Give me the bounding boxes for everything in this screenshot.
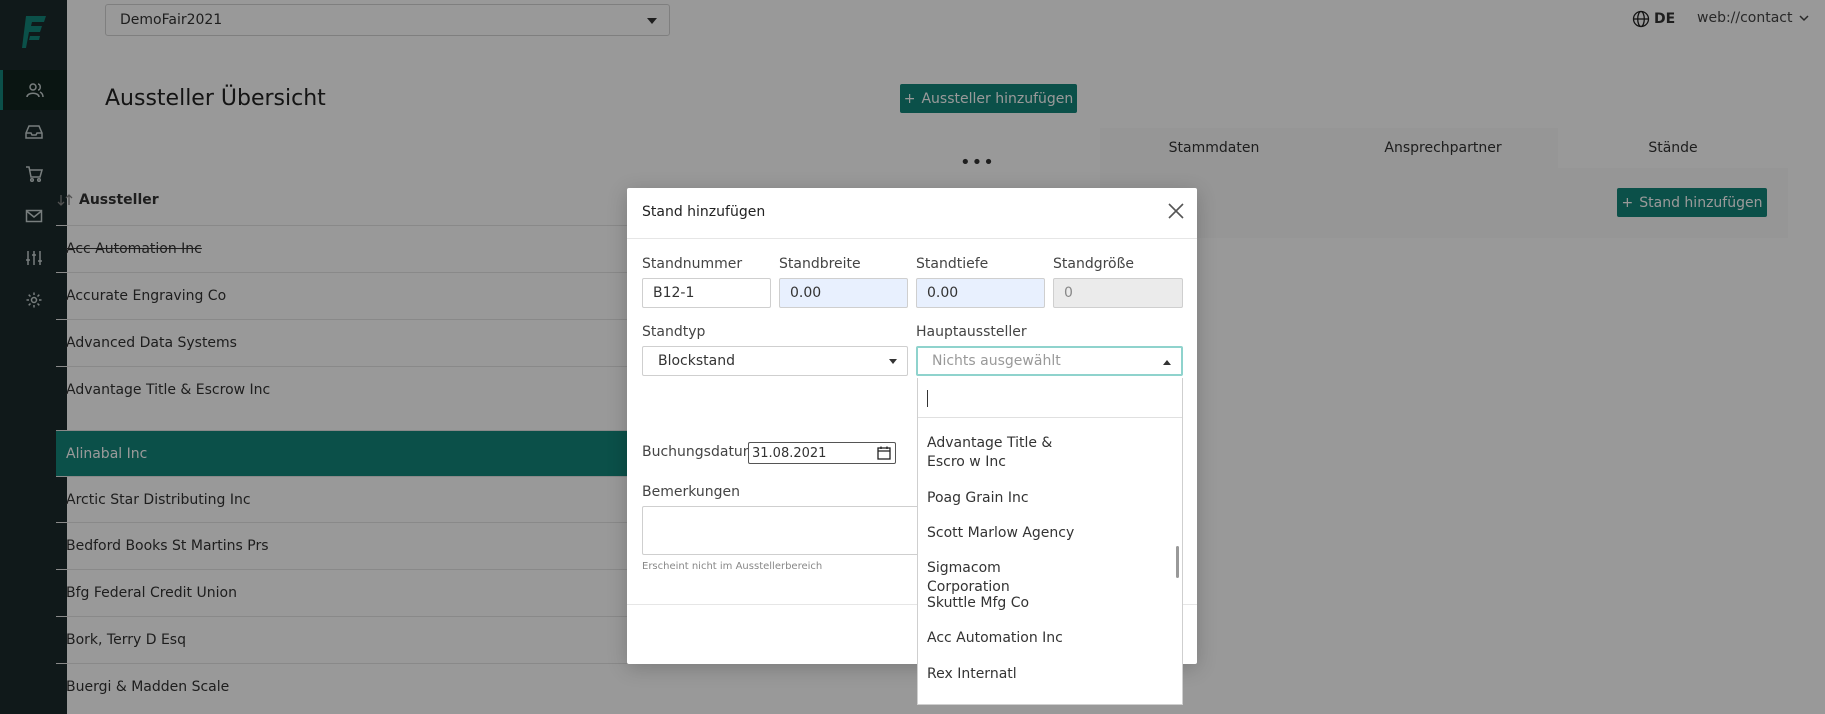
dropdown-option[interactable]: Scott Marlow Agency xyxy=(927,524,1087,543)
hauptaussteller-select[interactable]: Nichts ausgewählt xyxy=(916,346,1183,376)
standbreite-label: Standbreite xyxy=(779,256,861,272)
modal-divider xyxy=(627,238,1197,239)
dropdown-search-input[interactable] xyxy=(918,378,1182,418)
dropdown-scrollbar[interactable] xyxy=(1176,546,1179,578)
close-icon[interactable] xyxy=(1167,202,1185,220)
standtyp-select[interactable]: Blockstand xyxy=(642,346,908,376)
calendar-icon[interactable] xyxy=(877,446,891,460)
text-cursor xyxy=(927,390,928,407)
dropdown-option[interactable]: Poag Grain Inc xyxy=(927,489,1087,508)
caret-down-icon xyxy=(889,359,897,364)
standgroesse-label: Standgröße xyxy=(1053,256,1135,272)
standnummer-input[interactable]: B12-1 xyxy=(642,278,771,308)
dropdown-option[interactable]: Advantage Title & Escro w Inc xyxy=(927,434,1087,472)
standnummer-value: B12-1 xyxy=(653,285,695,301)
standtiefe-value: 0.00 xyxy=(927,285,959,301)
hauptaussteller-placeholder: Nichts ausgewählt xyxy=(932,353,1061,369)
dropdown-option[interactable]: Sigmacom Corporation xyxy=(927,559,1087,597)
standnummer-label: Standnummer xyxy=(642,256,743,272)
buchungsdatum-label: Buchungsdatum xyxy=(642,444,757,460)
standgroesse-input: 0 xyxy=(1053,278,1183,308)
dropdown-option[interactable]: Skuttle Mfg Co xyxy=(927,594,1087,613)
standbreite-input[interactable]: 0.00 xyxy=(779,278,908,308)
modal-title: Stand hinzufügen xyxy=(642,204,766,220)
buchungsdatum-input[interactable]: 31.08.2021 xyxy=(748,442,896,464)
buchungsdatum-value: 31.08.2021 xyxy=(752,445,827,461)
bemerkungen-hint: Erscheint nicht im Ausstellerbereich xyxy=(642,561,823,572)
dropdown-option[interactable]: Rex Internatl xyxy=(927,665,1087,684)
hauptaussteller-dropdown[interactable]: Advantage Title & Escro w Inc Poag Grain… xyxy=(917,378,1183,705)
standtyp-value: Blockstand xyxy=(658,353,735,369)
caret-up-icon xyxy=(1163,360,1171,365)
standtyp-label: Standtyp xyxy=(642,324,706,340)
standbreite-value: 0.00 xyxy=(790,285,822,301)
standgroesse-value: 0 xyxy=(1064,285,1073,301)
standtiefe-input[interactable]: 0.00 xyxy=(916,278,1045,308)
dropdown-option[interactable]: Acc Automation Inc xyxy=(927,629,1087,648)
standtiefe-label: Standtiefe xyxy=(916,256,989,272)
bemerkungen-label: Bemerkungen xyxy=(642,484,741,500)
hauptaussteller-label: Hauptaussteller xyxy=(916,324,1027,340)
